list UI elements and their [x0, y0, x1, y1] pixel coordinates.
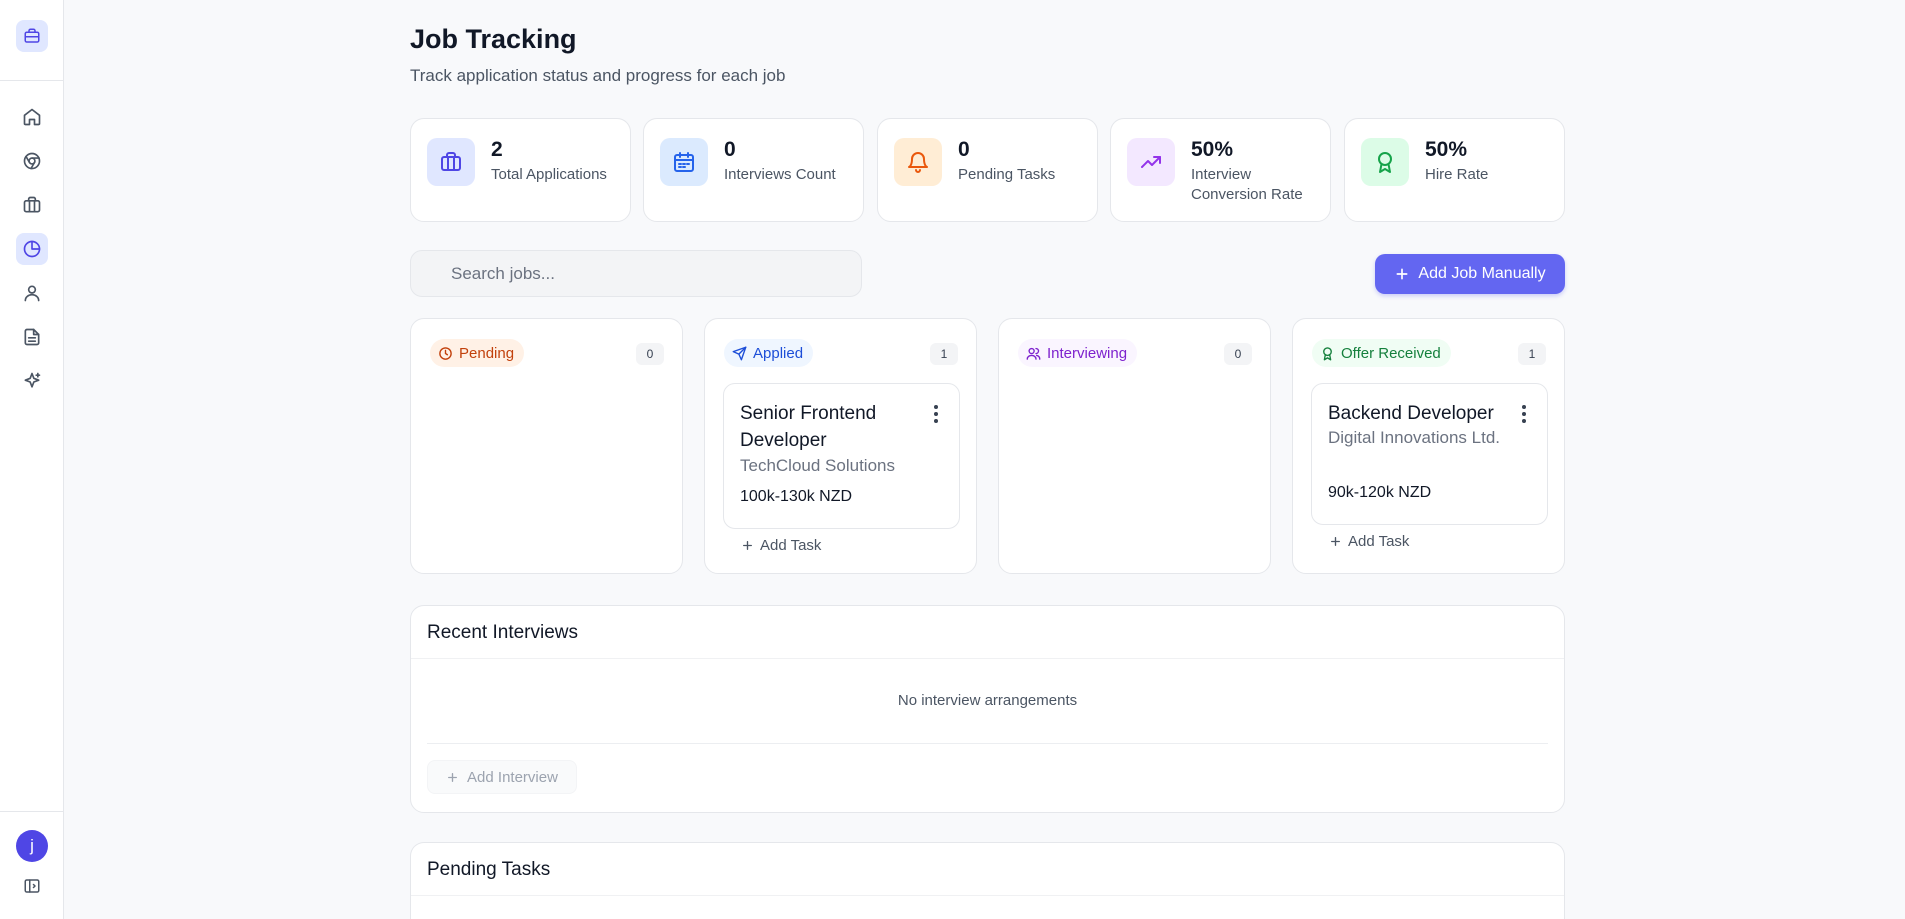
column-title: Interviewing — [1047, 344, 1128, 362]
stat-label: Interviews Count — [724, 166, 836, 183]
sidebar-item-documents[interactable] — [16, 321, 48, 353]
add-task-button[interactable]: Add Task — [741, 537, 821, 554]
search-input[interactable] — [411, 251, 861, 296]
column-count: 1 — [1518, 343, 1546, 365]
stat-value: 50% — [1425, 138, 1468, 161]
column-title: Pending — [459, 344, 515, 362]
job-title: Senior Frontend Developer — [740, 403, 877, 451]
column-count: 0 — [1224, 343, 1252, 365]
search-box — [410, 250, 862, 297]
column-title: Applied — [753, 344, 804, 362]
clock-icon — [439, 346, 452, 360]
stat-card-pending-tasks: 0 Pending Tasks — [877, 118, 1098, 222]
sidebar-item-home[interactable] — [16, 101, 48, 133]
pie-chart-icon — [23, 240, 41, 258]
sidebar-item-jobs[interactable] — [16, 189, 48, 221]
stat-value: 2 — [491, 138, 503, 161]
briefcase-icon — [427, 138, 475, 186]
job-company: TechCloud Solutions — [740, 456, 895, 475]
job-card[interactable]: Backend Developer Digital Innovations Lt… — [1311, 383, 1548, 525]
job-salary: 100k-130k NZD — [740, 488, 853, 505]
send-icon — [732, 346, 747, 360]
page-subtitle: Track application status and progress fo… — [410, 66, 786, 85]
avatar[interactable]: j — [16, 830, 48, 862]
add-job-manually-button[interactable]: Add Job Manually — [1375, 254, 1565, 294]
add-job-label: Add Job Manually — [1418, 265, 1546, 282]
stat-value: 0 — [958, 138, 970, 161]
sidebar-item-profile[interactable] — [16, 277, 48, 309]
column-offer-received: Offer Received 1 Backend Developer Digit… — [1292, 318, 1565, 574]
empty-state-text: No interview arrangements — [897, 692, 1078, 709]
users-icon — [1026, 347, 1041, 360]
column-applied: Applied 1 Senior Frontend Developer Tech… — [704, 318, 977, 574]
avatar-initial: j — [30, 836, 34, 855]
home-icon — [23, 108, 41, 126]
sidebar-item-ai[interactable] — [16, 365, 48, 397]
sidebar-divider — [0, 80, 64, 81]
document-icon — [24, 328, 40, 346]
status-badge: Applied — [724, 339, 814, 367]
more-vertical-icon[interactable] — [1515, 404, 1533, 424]
briefcase-icon — [23, 196, 41, 213]
sparkle-icon — [24, 372, 41, 388]
trending-up-icon — [1127, 138, 1175, 186]
panel-divider — [427, 743, 1548, 744]
job-company: Digital Innovations Ltd. — [1328, 428, 1500, 447]
stat-label: Total Applications — [491, 166, 607, 183]
column-pending: Pending 0 — [410, 318, 683, 574]
add-task-button[interactable]: Add Task — [1329, 533, 1409, 550]
plus-icon — [743, 541, 752, 550]
panel-divider — [411, 658, 1564, 659]
sidebar: j — [0, 0, 64, 919]
add-interview-label: Add Interview — [467, 768, 558, 786]
briefcase-icon[interactable] — [16, 20, 48, 52]
job-salary: 90k-120k NZD — [1328, 484, 1432, 501]
calendar-icon — [660, 138, 708, 186]
chrome-icon — [23, 152, 41, 170]
column-interviewing: Interviewing 0 — [998, 318, 1271, 574]
pending-tasks-panel: Pending Tasks — [410, 842, 1565, 919]
stat-label: Interview Conversion Rate — [1191, 166, 1303, 203]
add-interview-button[interactable]: Add Interview — [427, 760, 577, 794]
sidebar-item-browser[interactable] — [16, 145, 48, 177]
award-icon — [1361, 138, 1409, 186]
page-title: Job Tracking — [410, 24, 577, 54]
recent-interviews-panel: Recent Interviews No interview arrangeme… — [410, 605, 1565, 813]
column-count: 1 — [930, 343, 958, 365]
stat-value: 0 — [724, 138, 736, 161]
status-badge: Pending — [430, 339, 525, 367]
job-title: Backend Developer — [1328, 403, 1494, 424]
sidebar-item-tracking[interactable] — [16, 233, 48, 265]
panel-toggle-icon — [24, 879, 40, 893]
award-icon — [1323, 346, 1332, 360]
more-vertical-icon[interactable] — [927, 404, 945, 424]
status-badge: Interviewing — [1018, 339, 1138, 367]
stat-card-hire-rate: 50% Hire Rate — [1344, 118, 1565, 222]
plus-icon — [1331, 537, 1340, 546]
sidebar-collapse-button[interactable] — [16, 870, 48, 902]
stat-label: Pending Tasks — [958, 166, 1056, 183]
plus-icon — [448, 772, 458, 782]
column-count: 0 — [636, 343, 664, 365]
stat-card-interviews: 0 Interviews Count — [643, 118, 864, 222]
panel-divider — [411, 895, 1564, 896]
panel-title: Pending Tasks — [427, 859, 551, 880]
stat-card-total-applications: 2 Total Applications — [410, 118, 631, 222]
plus-icon — [1396, 268, 1408, 280]
sidebar-divider — [0, 811, 64, 812]
add-task-label: Add Task — [1348, 533, 1410, 550]
add-task-label: Add Task — [760, 537, 822, 554]
column-title: Offer Received — [1341, 344, 1441, 362]
status-badge: Offer Received — [1312, 339, 1451, 367]
user-icon — [24, 285, 40, 302]
stat-value: 50% — [1191, 138, 1234, 161]
stat-card-interview-conversion: 50% Interview Conversion Rate — [1110, 118, 1331, 222]
bell-icon — [894, 138, 942, 186]
job-card[interactable]: Senior Frontend Developer TechCloud Solu… — [723, 383, 960, 529]
stat-label: Hire Rate — [1425, 166, 1489, 183]
panel-title: Recent Interviews — [427, 622, 579, 643]
